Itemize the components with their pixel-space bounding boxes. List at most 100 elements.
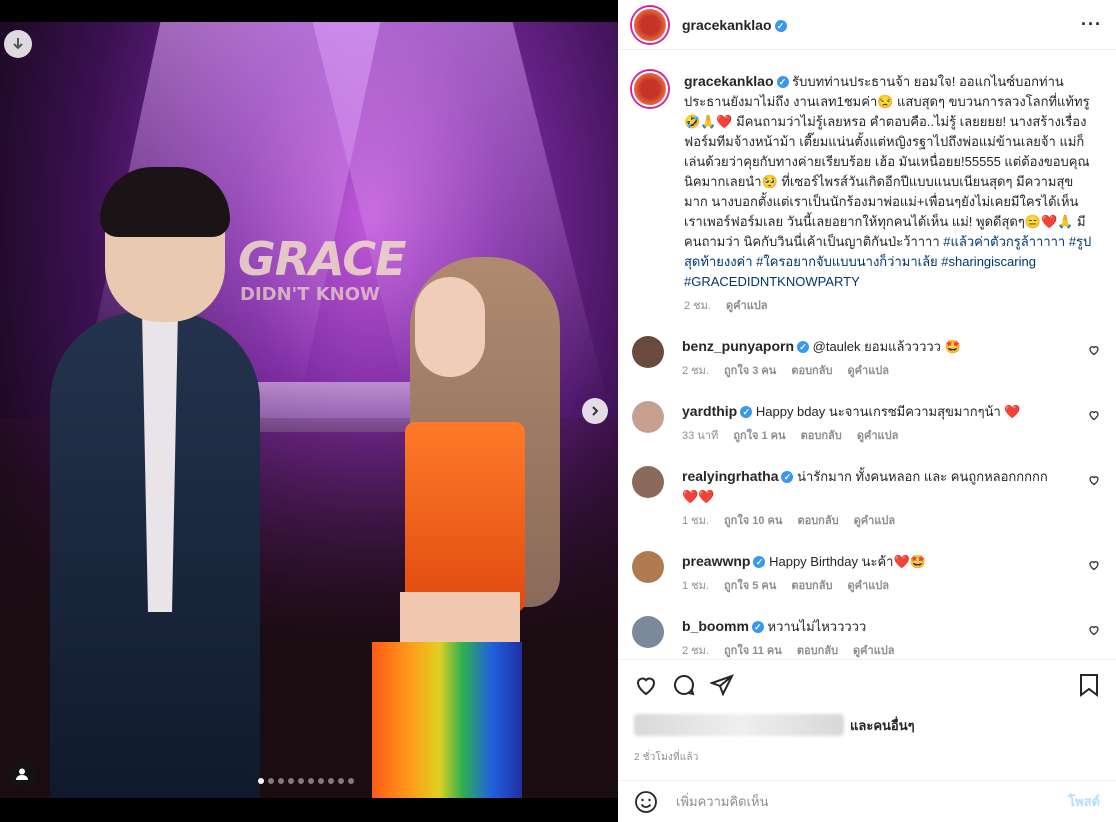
reply-link[interactable]: ตอบกลับ [801,430,842,442]
comment-time: 1 ชม. [682,580,709,592]
comment-time: 2 ชม. [682,645,709,657]
comment-item: preawwnp ✓ Happy Birthday นะค้า❤️🤩 1 ชม. … [632,551,1100,596]
reply-link[interactable]: ตอบกลับ [791,365,832,377]
comment-username[interactable]: benz_punyaporn ✓ [682,338,810,354]
like-comment-heart-icon[interactable] [1088,344,1100,356]
translate-link[interactable]: ดูคำแปล [726,300,768,312]
comment-time: 2 ชม. [682,365,709,377]
carousel-dot [298,778,304,784]
next-image-button[interactable] [582,398,608,424]
comment-username[interactable]: preawwnp ✓ [682,553,766,569]
comment-time: 1 ชม. [682,515,709,527]
comment-item: realyingrhatha ✓ น่ารักมาก ทั้งคนหลอก และ… [632,466,1100,531]
bookmark-icon[interactable] [1078,673,1100,697]
avatar[interactable] [632,466,664,498]
header-username[interactable]: gracekanklao ✓ [682,17,787,33]
comment-likes[interactable]: ถูกใจ 11 คน [724,645,782,657]
carousel-dot [308,778,314,784]
comment-meta: 2 ชม. ถูกใจ 3 คน ตอบกลับ ดูคำแปล [682,361,1062,381]
heart-icon[interactable] [634,673,658,697]
reply-link[interactable]: ตอบกลับ [791,580,832,592]
comment-text: Happy Birthday นะค้า❤️🤩 [769,554,926,569]
carousel-dot [278,778,284,784]
comment-icon[interactable] [672,673,696,697]
comment-likes[interactable]: ถูกใจ 1 คน [733,430,785,442]
reply-link[interactable]: ตอบกลับ [797,645,838,657]
avatar[interactable] [632,336,664,368]
comments-list[interactable]: gracekanklao ✓ รับบทท่านประธานจ้า ยอมใจ! … [618,51,1116,659]
comment-likes[interactable]: ถูกใจ 10 คน [724,515,782,527]
tagged-users-button[interactable] [8,760,36,788]
comment-text: Happy bday นะจานเกรซมีความสุขมากๆน้า ❤️ [755,404,1021,419]
comment-username[interactable]: yardthip ✓ [682,403,753,419]
translate-link[interactable]: ดูคำแปล [848,580,890,592]
carousel-dot [258,778,264,784]
backdrop-sign-title: GRACE [238,232,407,286]
chevron-right-icon [592,406,599,416]
caption-text: รับบทท่านประธานจ้า ยอมใจ! ออแกไนซ์บอกท่า… [684,74,1090,249]
likes-others: และคนอื่นๆ [850,717,915,733]
translate-link[interactable]: ดูคำแปล [853,645,895,657]
comment-meta: 1 ชม. ถูกใจ 10 คน ตอบกลับ ดูคำแปล [682,511,1062,531]
translate-link[interactable]: ดูคำแปล [854,515,896,527]
comment-username[interactable]: realyingrhatha ✓ [682,468,794,484]
comment-item: b_boomm ✓ หวานไม่ไหววววว 2 ชม. ถูกใจ 11 ค… [632,616,1100,659]
smiley-icon[interactable] [634,790,658,814]
caption-meta: 2 ชม. ดูคำแปล [684,296,1096,316]
carousel-dot [288,778,294,784]
like-comment-heart-icon[interactable] [1088,559,1100,571]
avatar[interactable] [632,551,664,583]
post-button[interactable]: โพสต์ [1068,791,1100,812]
download-button[interactable] [4,30,32,58]
carousel-dot [348,778,354,784]
comment-time: 33 นาที [682,430,719,442]
backdrop-sign-subtitle: DIDN'T KNOW [240,284,380,305]
like-comment-heart-icon[interactable] [1088,409,1100,421]
verified-icon: ✓ [781,471,794,484]
avatar[interactable] [632,616,664,648]
comment-meta: 33 นาที ถูกใจ 1 คน ตอบกลับ ดูคำแปล [682,426,1062,446]
carousel-dot [328,778,334,784]
like-comment-heart-icon[interactable] [1088,474,1100,486]
reply-link[interactable]: ตอบกลับ [797,515,838,527]
posted-time: 2 ชั่วโมงที่แล้ว [634,752,699,763]
woman-top [405,422,525,612]
avatar[interactable] [632,401,664,433]
verified-icon: ✓ [797,341,810,354]
add-comment-bar: เพิ่มความคิดเห็น โพสต์ [618,780,1116,822]
carousel-indicator [258,778,354,784]
comment-likes[interactable]: ถูกใจ 5 คน [724,580,776,592]
comment-text: หวานไม่ไหววววว [767,619,867,634]
woman-rainbow-pants [372,642,522,798]
verified-icon: ✓ [740,406,753,419]
verified-icon: ✓ [776,76,789,89]
woman-face [415,277,485,377]
caption-username[interactable]: gracekanklao ✓ [684,73,789,89]
verified-icon: ✓ [774,19,787,32]
caption-time: 2 ชม. [684,300,711,312]
avatar[interactable] [632,6,668,43]
carousel-dot [268,778,274,784]
blurred-liker-names [634,714,844,736]
like-comment-heart-icon[interactable] [1088,624,1100,636]
verified-icon: ✓ [753,556,766,569]
post-image[interactable]: GRACE DIDN'T KNOW [0,22,618,798]
comment-username[interactable]: b_boomm ✓ [682,618,764,634]
verified-icon: ✓ [751,621,764,634]
share-icon[interactable] [710,673,734,697]
more-options-icon[interactable]: ··· [1081,14,1102,35]
avatar[interactable] [632,71,668,107]
translate-link[interactable]: ดูคำแปล [857,430,899,442]
user-icon [16,768,28,780]
likes-summary[interactable]: และคนอื่นๆ [634,714,1100,736]
comment-meta: 1 ชม. ถูกใจ 5 คน ตอบกลับ ดูคำแปล [682,576,1062,596]
translate-link[interactable]: ดูคำแปล [848,365,890,377]
comment-likes[interactable]: ถูกใจ 3 คน [724,365,776,377]
post-header: gracekanklao ✓ ··· [618,0,1116,50]
comment-item: benz_punyaporn ✓ @taulek ยอมแล้ววววว 🤩 2 … [632,336,1100,381]
comment-input[interactable]: เพิ่มความคิดเห็น [676,791,769,812]
action-bar: และคนอื่นๆ 2 ชั่วโมงที่แล้ว [618,659,1116,765]
carousel-dot [318,778,324,784]
comment-meta: 2 ชม. ถูกใจ 11 คน ตอบกลับ ดูคำแปล [682,641,1062,659]
comment-item: yardthip ✓ Happy bday นะจานเกรซมีความสุขม… [632,401,1100,446]
